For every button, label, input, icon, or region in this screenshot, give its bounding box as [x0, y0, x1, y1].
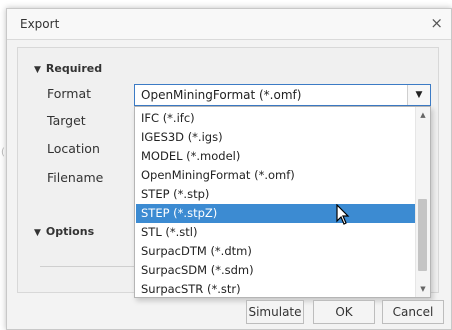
section-required[interactable]: ▼ Required — [34, 62, 102, 75]
collapse-triangle-icon: ▼ — [34, 65, 41, 75]
cancel-button[interactable]: Cancel — [382, 300, 444, 324]
filename-label: Filename — [47, 170, 104, 185]
format-select-value: OpenMiningFormat (*.omf) — [141, 88, 302, 102]
close-icon[interactable]: × — [430, 14, 443, 32]
scroll-up-icon[interactable]: ▲ — [416, 108, 430, 122]
dropdown-option[interactable]: SurpacDTM (*.dtm) — [136, 242, 415, 261]
dropdown-option[interactable]: STEP (*.stp) — [136, 185, 415, 204]
mouse-pointer-icon — [336, 204, 350, 225]
dropdown-option[interactable]: IGES3D (*.igs) — [136, 128, 415, 147]
format-dropdown-list[interactable]: ▲ ▼ IFC (*.ifc) IGES3D (*.igs) MODEL (*.mo… — [134, 106, 431, 298]
scrollbar-thumb[interactable] — [418, 199, 427, 271]
format-select[interactable]: OpenMiningFormat (*.omf) ▼ — [134, 84, 431, 106]
ok-button[interactable]: OK — [313, 300, 375, 324]
dropdown-scrollbar[interactable]: ▲ ▼ — [415, 107, 430, 297]
dialog-title: Export — [20, 17, 60, 31]
dropdown-option[interactable]: MODEL (*.model) — [136, 147, 415, 166]
dropdown-option[interactable]: SurpacSDM (*.sdm) — [136, 261, 415, 280]
left-edge-mark: ( — [1, 147, 5, 158]
section-options[interactable]: ▼ Options — [34, 225, 94, 238]
dropdown-option[interactable]: SurpacSTR (*.str) — [136, 280, 415, 299]
section-options-label: Options — [45, 225, 95, 238]
dropdown-option[interactable]: OpenMiningFormat (*.omf) — [136, 166, 415, 185]
dropdown-option[interactable]: STL (*.stl) — [136, 223, 415, 242]
dropdown-option[interactable]: IFC (*.ifc) — [136, 109, 415, 128]
divider — [40, 266, 140, 267]
collapse-triangle-icon: ▼ — [34, 228, 41, 238]
location-label: Location — [47, 141, 100, 156]
target-label: Target — [47, 113, 86, 128]
dialog-titlebar: Export × — [7, 9, 451, 40]
dropdown-option[interactable]: STEP (*.stpZ) — [136, 204, 415, 223]
section-required-label: Required — [45, 62, 103, 75]
simulate-button[interactable]: Simulate — [246, 300, 304, 324]
chevron-down-icon[interactable]: ▼ — [407, 85, 430, 105]
format-label: Format — [47, 86, 92, 101]
scroll-down-icon[interactable]: ▼ — [416, 282, 430, 296]
